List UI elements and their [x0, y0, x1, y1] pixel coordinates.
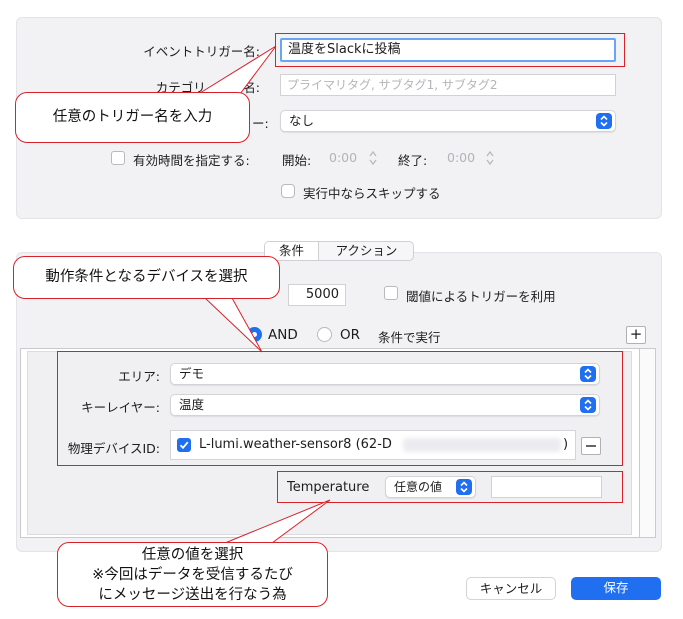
callout-value-line2: ※今回はデータを受信するたび	[92, 567, 293, 583]
add-condition-button[interactable]: +	[626, 326, 646, 344]
category-tag-placeholder: プライマリタグ, サブタグ1, サブタグ2	[287, 78, 498, 92]
popup-label-suffix: ー:	[252, 116, 269, 131]
cancel-button-label: キャンセル	[479, 581, 543, 596]
trigger-type-select[interactable]: なし	[280, 110, 616, 132]
start-time-value[interactable]: 0:00	[329, 150, 357, 165]
callout-device: 動作条件となるデバイスを選択	[13, 256, 280, 299]
or-radio[interactable]	[317, 327, 332, 342]
trigger-name-highlight	[275, 33, 625, 67]
device-highlight	[57, 351, 623, 466]
validity-checkbox[interactable]	[111, 151, 125, 165]
callout-trigger-name-text: 任意のトリガー名を入力	[52, 109, 213, 125]
tab-actions[interactable]: アクション	[320, 242, 413, 260]
threshold-checkbox[interactable]	[384, 286, 398, 300]
skip-label: 実行中ならスキップする	[303, 186, 441, 201]
save-button-label: 保存	[603, 580, 629, 595]
callout-value-line3: にメッセージ送出を行なう為	[98, 587, 287, 603]
threshold-label: 閾値によるトリガーを利用	[406, 289, 556, 304]
save-button[interactable]: 保存	[571, 577, 661, 600]
start-label: 開始:	[282, 153, 312, 168]
callout-trigger-name: 任意のトリガー名を入力	[15, 92, 250, 143]
trigger-name-label: イベントトリガー名:	[143, 44, 260, 59]
chevron-updown-icon	[596, 113, 612, 129]
callout-value: 任意の値を選択 ※今回はデータを受信するたび にメッセージ送出を行なう為	[57, 542, 328, 607]
end-time-stepper[interactable]	[484, 148, 496, 168]
tab-conditions-label: 条件	[278, 243, 304, 258]
category-tag-input[interactable]: プライマリタグ, サブタグ1, サブタグ2	[280, 74, 616, 96]
end-time-value[interactable]: 0:00	[447, 150, 475, 165]
threshold-value-input[interactable]: 5000	[288, 284, 346, 306]
threshold-value: 5000	[305, 287, 339, 302]
trigger-type-value: なし	[289, 113, 315, 128]
condition-list-scrollbar[interactable]	[640, 348, 656, 538]
validity-label: 有効時間を指定する:	[133, 153, 250, 168]
cancel-button[interactable]: キャンセル	[466, 577, 556, 600]
start-time-stepper[interactable]	[367, 148, 379, 168]
plus-icon: +	[629, 325, 643, 343]
callout-device-text: 動作条件となるデバイスを選択	[45, 269, 248, 285]
and-radio[interactable]	[247, 327, 262, 342]
end-label: 終了:	[398, 153, 428, 168]
and-label: AND	[268, 327, 298, 343]
callout-value-line1: 任意の値を選択	[141, 547, 244, 563]
run-condition-label: 条件で実行	[378, 330, 441, 345]
skip-checkbox[interactable]	[281, 184, 295, 198]
or-label: OR	[340, 327, 361, 343]
value-highlight	[277, 471, 623, 503]
tab-actions-label: アクション	[335, 243, 398, 258]
